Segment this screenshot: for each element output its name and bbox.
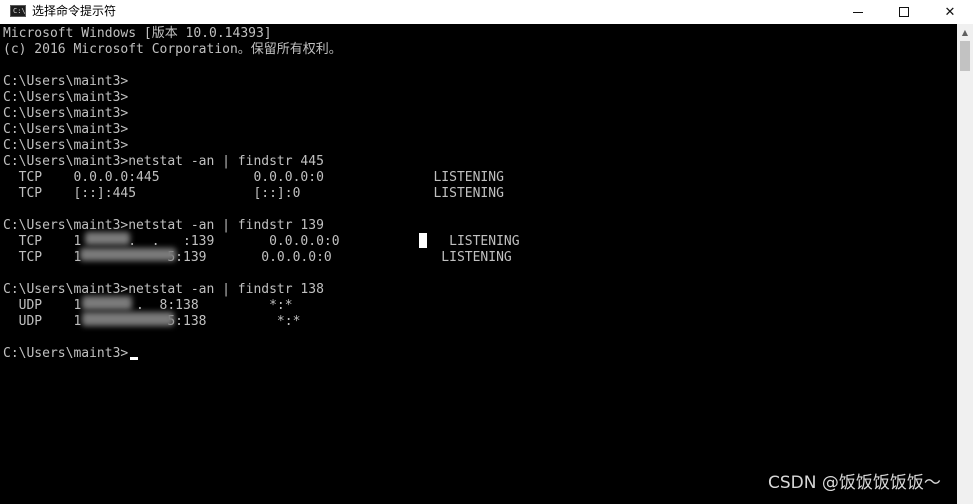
minimize-icon — [853, 11, 863, 13]
console-line: C:\Users\maint3>netstat -an | findstr 13… — [3, 282, 324, 297]
console-line: C:\Users\maint3> — [3, 122, 129, 137]
close-icon: ✕ — [944, 4, 956, 20]
redacted-ip — [82, 296, 132, 310]
redacted-ip — [85, 232, 130, 245]
scroll-up-icon[interactable]: ▲ — [957, 24, 973, 41]
console-line: C:\Users\maint3>netstat -an | findstr 13… — [3, 218, 324, 233]
minimize-button[interactable] — [835, 0, 881, 24]
console-line: TCP 0.0.0.0:445 0.0.0.0:0 LISTENING — [3, 170, 504, 185]
redacted-ip — [80, 248, 176, 261]
console-output[interactable]: Microsoft Windows [版本 10.0.14393] (c) 20… — [0, 24, 957, 504]
console-line: Microsoft Windows [版本 10.0.14393] — [3, 26, 272, 41]
selection-cursor — [419, 233, 427, 248]
redacted-ip — [82, 312, 174, 326]
scroll-thumb[interactable] — [960, 41, 970, 71]
title-bar[interactable]: C:\ 选择命令提示符 ✕ — [0, 0, 973, 24]
cmd-icon: C:\ — [10, 5, 26, 17]
vertical-scrollbar[interactable]: ▲ — [957, 24, 973, 504]
maximize-icon — [899, 7, 909, 17]
watermark: CSDN @饭饭饭饭饭～ — [768, 473, 941, 493]
close-button[interactable]: ✕ — [927, 0, 973, 24]
console-line: C:\Users\maint3> — [3, 90, 129, 105]
console-line: C:\Users\maint3> — [3, 74, 129, 89]
window-title: 选择命令提示符 — [32, 4, 117, 18]
console-line: C:\Users\maint3> — [3, 106, 129, 121]
console-line: TCP [::]:445 [::]:0 LISTENING — [3, 186, 504, 201]
console-line: C:\Users\maint3> — [3, 346, 129, 361]
text-cursor — [130, 357, 138, 360]
console-line: C:\Users\maint3>netstat -an | findstr 44… — [3, 154, 324, 169]
console-line: C:\Users\maint3> — [3, 138, 129, 153]
maximize-button[interactable] — [881, 0, 927, 24]
console-line: (c) 2016 Microsoft Corporation。保留所有权利。 — [3, 42, 342, 57]
